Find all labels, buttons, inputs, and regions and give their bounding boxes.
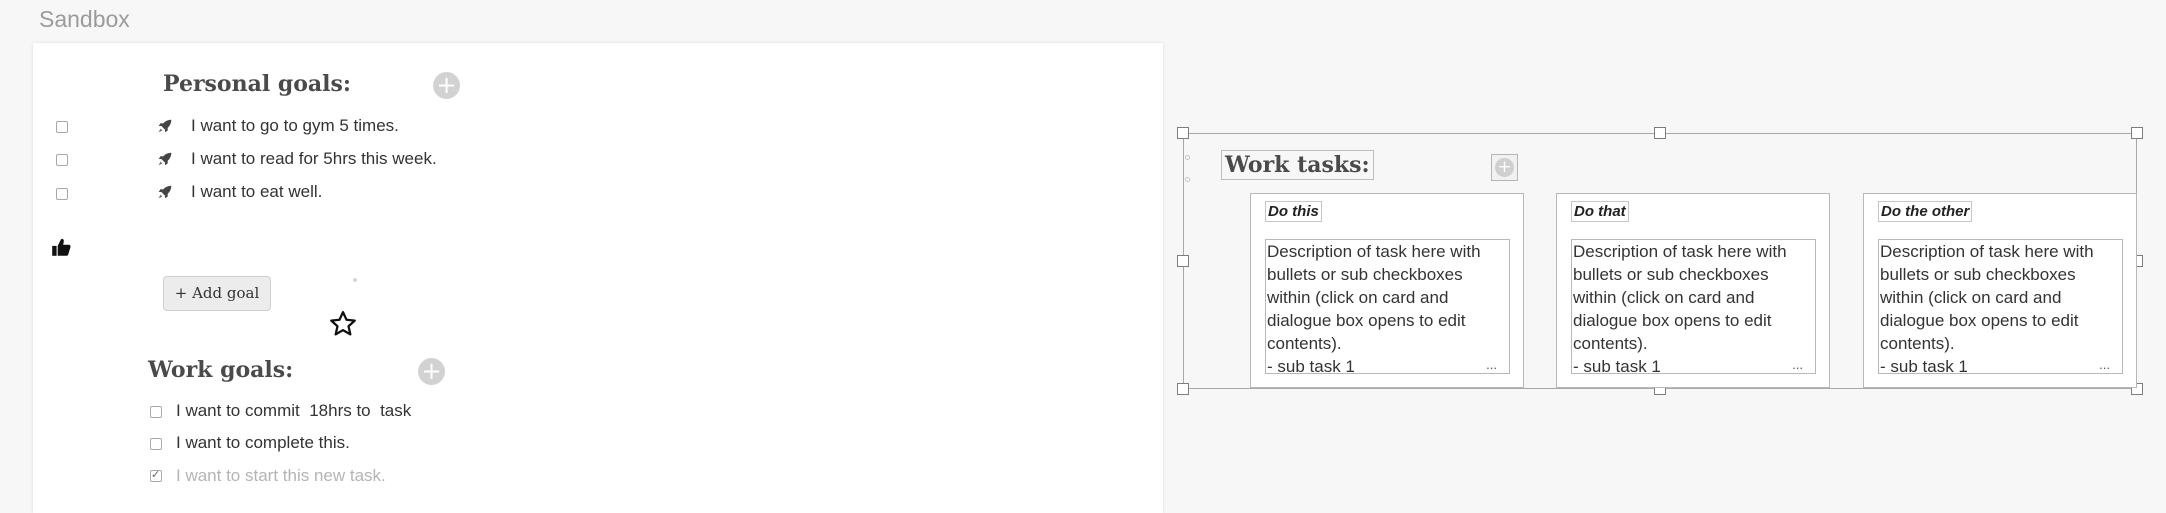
task-card-subtask: - sub task 1 — [1267, 357, 1355, 374]
add-work-task-icon[interactable]: + — [1491, 154, 1518, 181]
work-goal-checkbox-3[interactable] — [150, 468, 162, 482]
task-card-subtask: - sub task 1 — [1880, 357, 1968, 374]
work-tasks-title[interactable]: Work tasks: — [1221, 150, 1374, 180]
add-goal-button[interactable]: + Add goal — [163, 276, 271, 311]
task-card-description: Description of task here with bullets or… — [1267, 242, 1481, 353]
personal-goal-checkbox-3[interactable] — [56, 188, 68, 200]
goals-page: Personal goals: + I want to go to gym 5 … — [33, 43, 1163, 513]
task-card-title[interactable]: Do that — [1571, 201, 1629, 222]
task-card-subtask: - sub task 1 — [1573, 357, 1661, 374]
app-title: Sandbox — [39, 6, 130, 32]
task-card-body[interactable]: Description of task here with bullets or… — [1571, 239, 1816, 374]
task-card-body[interactable]: Description of task here with bullets or… — [1265, 239, 1510, 374]
task-card-description: Description of task here with bullets or… — [1573, 242, 1787, 353]
work-goal-text-1[interactable]: I want to commit 18hrs to task — [176, 401, 411, 421]
personal-goal-text-2[interactable]: I want to read for 5hrs this week. — [191, 149, 437, 169]
add-personal-goal-icon[interactable]: + — [433, 72, 460, 99]
work-goal-text-2[interactable]: I want to complete this. — [176, 433, 350, 453]
task-card-title[interactable]: Do this — [1265, 201, 1322, 222]
resize-handle-top-right[interactable] — [2131, 127, 2143, 139]
work-goal-text-3[interactable]: I want to start this new task. — [176, 466, 386, 486]
personal-goal-text-1[interactable]: I want to go to gym 5 times. — [191, 116, 399, 136]
task-card[interactable]: Do that Description of task here with bu… — [1556, 193, 1830, 388]
rocket-icon — [158, 152, 172, 166]
work-goal-checkbox-1[interactable] — [150, 406, 162, 418]
drag-dot — [353, 278, 357, 282]
task-card[interactable]: Do the other Description of task here wi… — [1863, 193, 2137, 388]
rocket-icon — [158, 119, 172, 133]
more-icon[interactable]: ... — [1792, 357, 1803, 372]
more-icon[interactable]: ... — [1486, 357, 1497, 372]
add-work-goal-icon[interactable]: + — [418, 358, 445, 385]
task-card-description: Description of task here with bullets or… — [1880, 242, 2094, 353]
task-card[interactable]: Do this Description of task here with bu… — [1250, 193, 1524, 388]
personal-goal-checkbox-1[interactable] — [56, 121, 68, 133]
more-icon[interactable]: ... — [2099, 357, 2110, 372]
plus-circle-icon: + — [1495, 158, 1514, 177]
task-card-body[interactable]: Description of task here with bullets or… — [1878, 239, 2123, 374]
resize-handle-top-left[interactable] — [1177, 127, 1189, 139]
work-goals-title[interactable]: Work goals: — [148, 357, 293, 383]
personal-goals-title[interactable]: Personal goals: — [163, 71, 351, 97]
mini-handle[interactable] — [1185, 177, 1190, 182]
thumbs-up-icon[interactable] — [50, 236, 72, 258]
resize-handle-bottom-left[interactable] — [1177, 383, 1189, 395]
personal-goal-text-3[interactable]: I want to eat well. — [191, 182, 322, 202]
resize-handle-left[interactable] — [1177, 255, 1189, 267]
resize-handle-top[interactable] — [1654, 127, 1666, 139]
star-icon[interactable] — [328, 309, 358, 339]
personal-goal-checkbox-2[interactable] — [56, 154, 68, 166]
task-card-title[interactable]: Do the other — [1878, 201, 1973, 222]
rocket-icon — [158, 185, 172, 199]
mini-handle[interactable] — [1185, 155, 1190, 160]
work-goal-checkbox-2[interactable] — [150, 438, 162, 450]
